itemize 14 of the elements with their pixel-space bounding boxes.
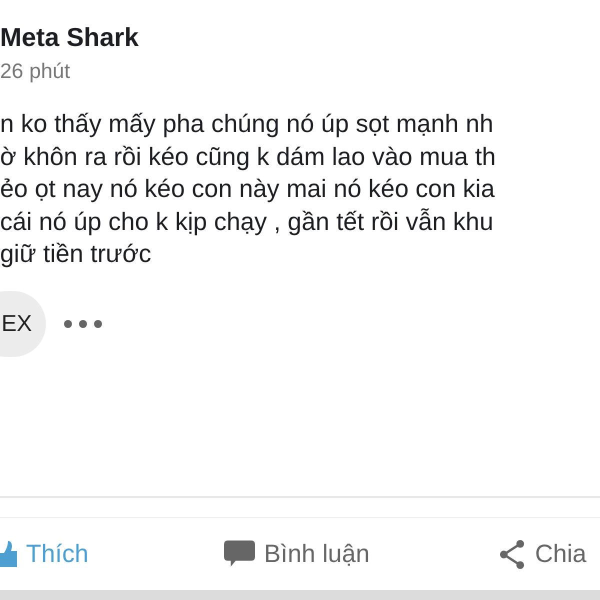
share-button[interactable]: Chia: [535, 540, 586, 568]
comment-button[interactable]: Bình luận: [264, 540, 370, 568]
post-text: cái nó úp cho k kịp chạy , gần tết rồi vẫn khu: [0, 206, 494, 238]
post-time[interactable]: 26 phút: [0, 58, 70, 86]
share-icon: [499, 540, 526, 568]
post-text: n ko thấy mấy pha chúng nó úp sọt mạnh nh: [0, 109, 494, 140]
like-button[interactable]: Thích: [26, 540, 89, 568]
author-name[interactable]: Meta Shark: [0, 20, 139, 54]
reaction-chip[interactable]: EX: [0, 290, 46, 356]
thumbs-up-icon: [0, 541, 17, 567]
post-text: ờ khôn ra rồi kéo cũng k dám lao vào mua th: [0, 142, 496, 172]
post-text: giữ tiền trước: [0, 239, 152, 270]
post-text: ẻo ọt nay nó kéo con này mai nó kéo con kia: [0, 174, 495, 205]
speech-bubble-icon: [224, 540, 255, 568]
